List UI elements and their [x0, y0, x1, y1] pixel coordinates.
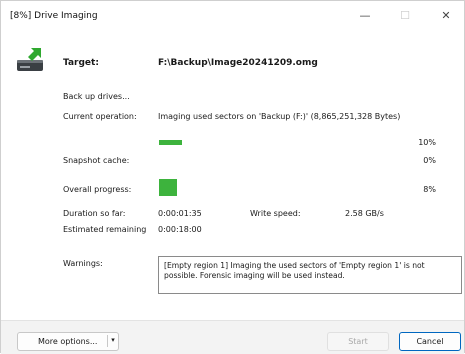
write-speed-value: 2.58 GB/s — [345, 209, 384, 218]
estimated-remaining-value: 0:00:18:00 — [158, 225, 202, 234]
more-options-button[interactable]: More options... — [17, 332, 119, 351]
drive-image-icon — [17, 48, 43, 71]
status-text: Back up drives... — [63, 92, 130, 101]
write-speed-label: Write speed: — [250, 209, 301, 218]
current-operation-value: Imaging used sectors on 'Backup (F:)' (8… — [158, 112, 401, 121]
start-button: Start — [327, 332, 389, 351]
overall-progress-percent: 8% — [423, 185, 436, 194]
current-operation-progress-bar — [159, 140, 182, 145]
snapshot-cache-label: Snapshot cache: — [63, 156, 130, 165]
window-title: [8%] Drive Imaging — [10, 11, 98, 21]
overall-progress-bar — [159, 179, 177, 196]
more-options-label: More options... — [38, 337, 98, 346]
target-path: F:\Backup\Image20241209.omg — [158, 58, 318, 68]
chevron-down-icon[interactable]: ▾ — [108, 332, 118, 351]
warnings-textbox[interactable]: [Empty region 1] Imaging the used sector… — [158, 256, 462, 294]
estimated-remaining-label: Estimated remaining — [63, 225, 147, 234]
minimize-button[interactable]: — — [350, 5, 380, 27]
overall-progress-label: Overall progress: — [63, 185, 132, 194]
target-label: Target: — [63, 58, 99, 68]
current-operation-percent: 10% — [418, 138, 436, 147]
cancel-button[interactable]: Cancel — [399, 332, 461, 351]
drive-imaging-window: [8%] Drive Imaging — ☐ ✕ Target: F:\Back… — [0, 0, 465, 354]
close-button[interactable]: ✕ — [431, 5, 461, 27]
snapshot-cache-percent: 0% — [423, 156, 436, 165]
current-operation-label: Current operation: — [63, 112, 137, 121]
title-bar: [8%] Drive Imaging — ☐ ✕ — [1, 1, 464, 31]
warnings-label: Warnings: — [63, 259, 103, 268]
duration-label: Duration so far: — [63, 209, 126, 218]
duration-value: 0:00:01:35 — [158, 209, 202, 218]
maximize-button: ☐ — [400, 9, 410, 22]
